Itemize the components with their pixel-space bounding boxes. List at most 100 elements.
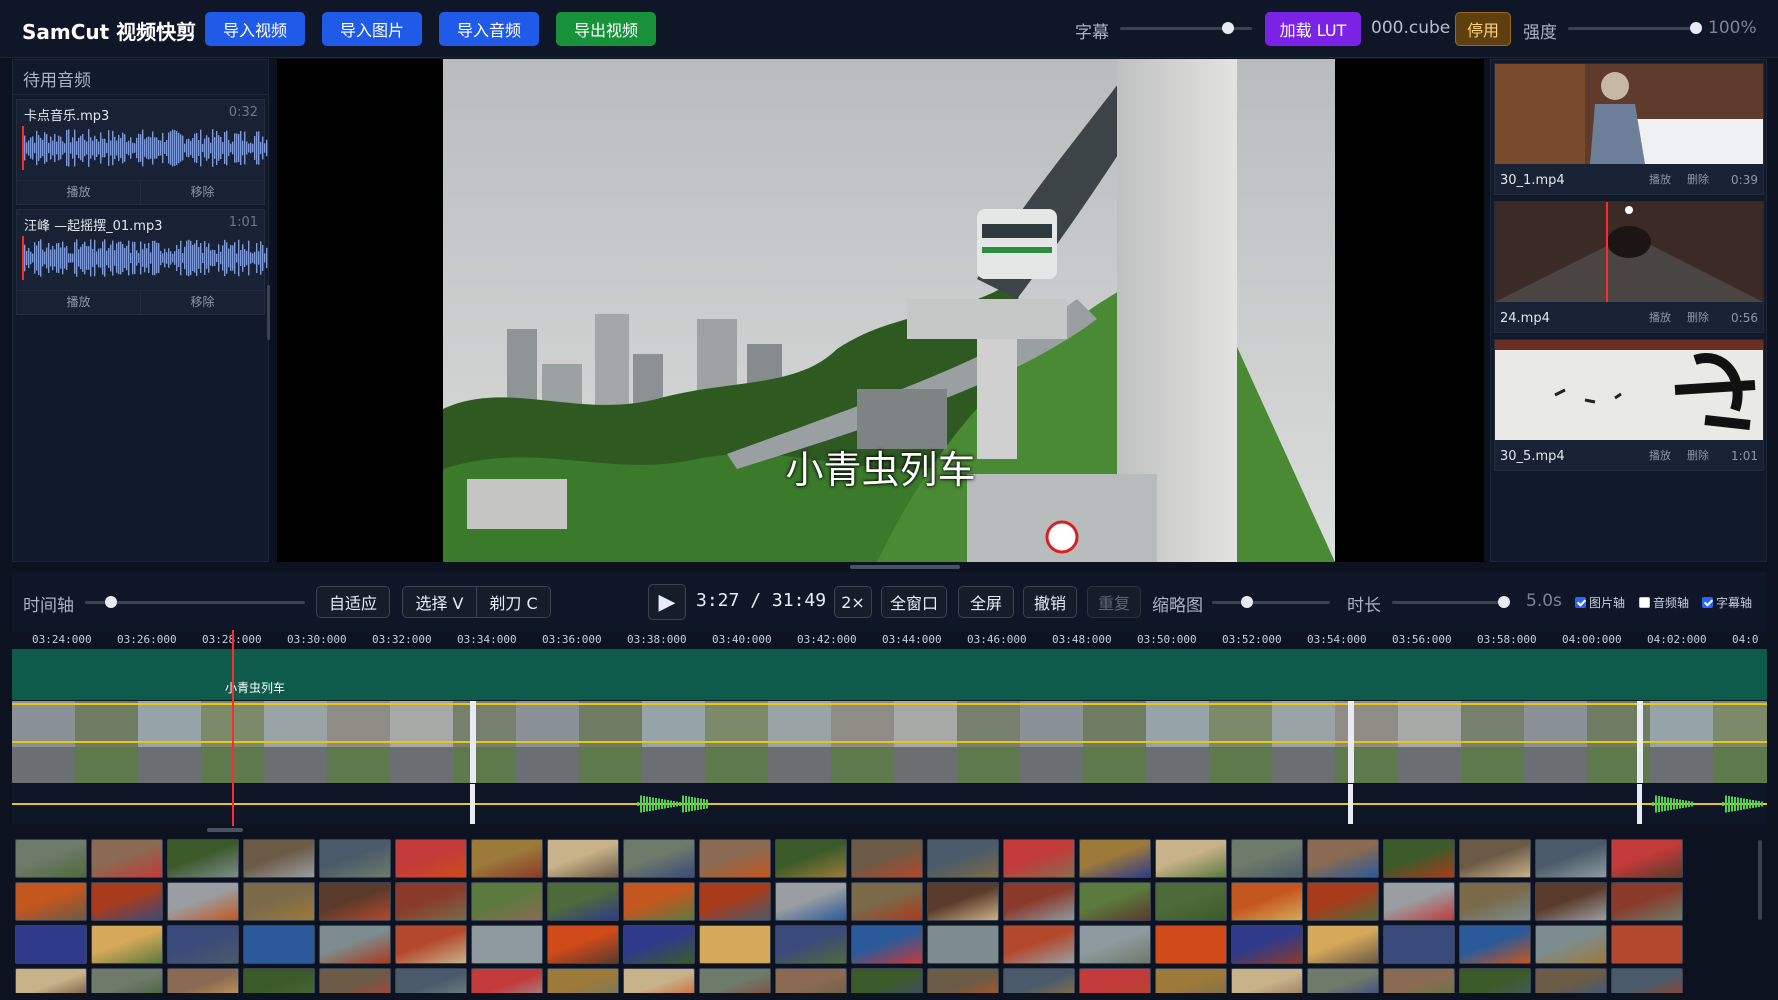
thumbnail-size-slider[interactable] (1212, 596, 1330, 608)
image-thumbnail[interactable] (623, 925, 695, 964)
playhead[interactable] (232, 630, 234, 826)
image-thumbnail[interactable] (471, 968, 543, 993)
export-video-button[interactable]: 导出视频 (556, 12, 656, 46)
image-duration-knob[interactable] (1498, 596, 1510, 608)
image-thumbnail[interactable] (243, 882, 315, 921)
play-button[interactable]: ▶ (648, 584, 686, 620)
image-duration-slider[interactable] (1392, 596, 1510, 608)
image-thumbnail[interactable] (775, 882, 847, 921)
image-thumbnail[interactable] (1231, 839, 1303, 878)
subtitle-size-knob[interactable] (1222, 22, 1235, 34)
clip-play-button[interactable]: 播放 (1649, 309, 1671, 325)
image-thumbnail[interactable] (1307, 925, 1379, 964)
subtitle-track-checkbox[interactable] (1702, 597, 1713, 608)
image-thumbnail[interactable] (547, 968, 619, 993)
image-thumbnail[interactable] (1383, 968, 1455, 993)
image-thumbnail[interactable] (395, 968, 467, 993)
timeline-zoom-knob[interactable] (105, 596, 118, 608)
image-thumbnail[interactable] (699, 882, 771, 921)
image-thumbnail[interactable] (1383, 925, 1455, 964)
image-thumbnail[interactable] (1003, 882, 1075, 921)
image-thumbnail[interactable] (623, 882, 695, 921)
image-thumbnail[interactable] (1611, 925, 1683, 964)
image-thumbnail[interactable] (927, 882, 999, 921)
image-thumbnail[interactable] (1459, 882, 1531, 921)
image-thumbnail[interactable] (1079, 839, 1151, 878)
image-thumbnail[interactable] (319, 925, 391, 964)
image-thumbnail[interactable] (1155, 925, 1227, 964)
undo-button[interactable]: 撤销 (1023, 586, 1077, 618)
timeline-zoom-slider[interactable] (85, 596, 305, 608)
image-thumbnail[interactable] (1003, 925, 1075, 964)
audio-play-button[interactable]: 播放 (17, 291, 140, 314)
image-thumbnail[interactable] (91, 925, 163, 964)
image-thumbnail[interactable] (699, 968, 771, 993)
image-thumbnail[interactable] (547, 839, 619, 878)
full-window-button[interactable]: 全窗口 (881, 586, 947, 618)
image-thumbnail[interactable] (547, 925, 619, 964)
audio-item[interactable]: 卡点音乐.mp3 0:32 播放 移除 (16, 99, 268, 205)
image-thumbnail[interactable] (699, 925, 771, 964)
clip-delete-button[interactable]: 删除 (1687, 171, 1709, 187)
image-thumbnail[interactable] (15, 925, 87, 964)
image-thumbnail[interactable] (775, 839, 847, 878)
audio-remove-button[interactable]: 移除 (140, 181, 264, 204)
image-track-toggle[interactable]: 图片轴 (1575, 594, 1625, 611)
razor-tool-button[interactable]: 剃刀 C (476, 586, 551, 618)
clip-delete-button[interactable]: 删除 (1687, 447, 1709, 463)
audio-track-checkbox[interactable] (1639, 597, 1650, 608)
fit-button[interactable]: 自适应 (316, 586, 390, 618)
image-thumbnail[interactable] (1535, 882, 1607, 921)
audio-play-button[interactable]: 播放 (17, 181, 140, 204)
audio-item[interactable]: 汪峰 —起摇摆_01.mp3 1:01 播放 移除 (16, 209, 268, 315)
clip-play-button[interactable]: 播放 (1649, 447, 1671, 463)
image-thumbnail[interactable] (1611, 839, 1683, 878)
image-thumbnail[interactable] (927, 968, 999, 993)
image-thumbnail[interactable] (1231, 882, 1303, 921)
image-thumbnail[interactable] (1535, 839, 1607, 878)
image-thumbnail[interactable] (699, 839, 771, 878)
strength-knob[interactable] (1690, 22, 1702, 34)
image-thumbnail[interactable] (319, 968, 391, 993)
clip-item[interactable]: 24.mp4 播放 删除 0:56 (1494, 201, 1764, 333)
image-thumbnail[interactable] (395, 839, 467, 878)
image-thumbnail[interactable] (1459, 968, 1531, 993)
audio-remove-button[interactable]: 移除 (140, 291, 264, 314)
image-thumbnail[interactable] (15, 839, 87, 878)
image-thumbnail[interactable] (1307, 968, 1379, 993)
image-thumbnail[interactable] (1307, 882, 1379, 921)
image-thumbnail[interactable] (927, 839, 999, 878)
image-thumbnail[interactable] (1611, 882, 1683, 921)
image-thumbnail[interactable] (1079, 925, 1151, 964)
image-thumbnail[interactable] (623, 968, 695, 993)
image-thumbnail[interactable] (319, 882, 391, 921)
image-thumbnail[interactable] (851, 968, 923, 993)
import-audio-button[interactable]: 导入音频 (439, 12, 539, 46)
image-thumbnail[interactable] (395, 925, 467, 964)
image-thumbnail[interactable] (1155, 839, 1227, 878)
image-thumbnail[interactable] (1459, 839, 1531, 878)
redo-button[interactable]: 重复 (1087, 586, 1141, 618)
image-thumbnail[interactable] (1155, 968, 1227, 993)
strength-slider[interactable] (1568, 22, 1702, 34)
image-thumbnail[interactable] (1079, 968, 1151, 993)
load-lut-button[interactable]: 加载 LUT (1265, 12, 1361, 46)
image-thumbnail[interactable] (851, 925, 923, 964)
image-thumbnail[interactable] (167, 839, 239, 878)
timeline-ruler[interactable]: 03:24:00003:26:00003:28:00003:30:00003:3… (12, 633, 1767, 649)
audio-track-toggle[interactable]: 音频轴 (1639, 594, 1689, 611)
clip-item[interactable]: 30_1.mp4 播放 删除 0:39 (1494, 63, 1764, 195)
image-thumbnail[interactable] (167, 882, 239, 921)
image-thumbnail[interactable] (471, 925, 543, 964)
image-thumbnail[interactable] (243, 925, 315, 964)
image-thumbnail[interactable] (547, 882, 619, 921)
image-thumbnail[interactable] (1383, 839, 1455, 878)
clip-delete-button[interactable]: 删除 (1687, 309, 1709, 325)
image-thumbnail[interactable] (167, 925, 239, 964)
import-image-button[interactable]: 导入图片 (322, 12, 422, 46)
image-thumbnail[interactable] (851, 882, 923, 921)
image-thumbnail[interactable] (395, 882, 467, 921)
image-thumbnail[interactable] (927, 925, 999, 964)
image-thumbnail[interactable] (1003, 839, 1075, 878)
disable-lut-button[interactable]: 停用 (1455, 12, 1511, 46)
